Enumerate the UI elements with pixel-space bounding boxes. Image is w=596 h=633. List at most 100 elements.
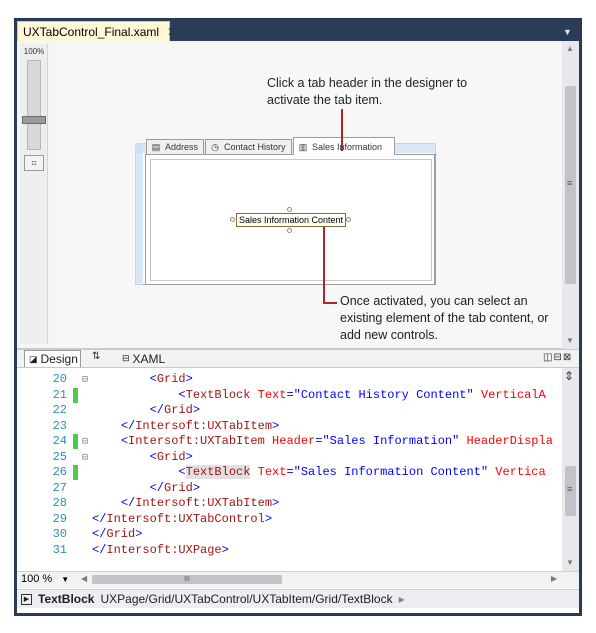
code-token: Grid	[156, 372, 186, 386]
grid-ruler-left[interactable]	[135, 143, 143, 285]
editor-zoom-dropdown[interactable]: 100 % ▼	[21, 573, 69, 585]
code-token: </	[92, 511, 107, 526]
resize-handle-right[interactable]	[346, 217, 351, 222]
code-token: Grid	[106, 527, 136, 541]
change-marker	[73, 481, 78, 496]
code-token: >	[272, 496, 280, 510]
editor-scroll-grip-icon: ≡	[567, 484, 573, 494]
tab-dropdown-icon[interactable]: ▼	[563, 27, 572, 37]
scroll-right-icon[interactable]: ▶	[551, 574, 557, 583]
code-token: TextBlock	[185, 387, 251, 402]
code-token: >	[192, 480, 201, 495]
change-marker	[73, 419, 78, 434]
code-line[interactable]: 27 </Grid>	[35, 481, 200, 497]
resize-handle-left[interactable]	[230, 217, 235, 222]
change-marker	[73, 465, 78, 480]
xaml-view-icon: ⊟	[122, 353, 130, 363]
uxtab-address[interactable]: ▤ Address	[146, 139, 204, 155]
uxtab-contact-history[interactable]: ◷ Contact History	[205, 139, 292, 155]
zoom-percentage-label: 100%	[23, 47, 45, 56]
code-token: Contact History Content	[300, 387, 467, 402]
resize-handle-bottom[interactable]	[287, 228, 292, 233]
line-number: 29	[52, 511, 67, 526]
editor-split-icon[interactable]: ⇕	[564, 369, 574, 383]
code-token: <	[178, 387, 186, 402]
editor-scroll-down-icon[interactable]: ▼	[566, 558, 574, 567]
code-token: ="	[286, 387, 301, 402]
callout-activate-tab: Click a tab header in the designer to ac…	[267, 76, 468, 107]
line-number: 20	[52, 372, 67, 386]
callout-line-top	[341, 109, 343, 151]
document-outline-icon[interactable]: ▶	[21, 593, 32, 605]
line-number: 30	[52, 527, 67, 541]
tab-xaml[interactable]: ⊟ XAML	[116, 350, 168, 367]
status-element-name: TextBlock	[38, 592, 95, 606]
pane-layout-icons[interactable]: ◫⊟⊠	[543, 352, 572, 363]
chevron-down-icon: ▼	[61, 575, 70, 584]
view-switcher-bar	[17, 349, 579, 368]
uxtab-sales-information[interactable]: ▥ Sales Information	[293, 137, 395, 155]
code-line[interactable]: 28 </Intersoft:UXTabItem>	[35, 496, 280, 512]
code-token: TextBlock	[185, 465, 251, 479]
code-token: </	[149, 480, 165, 495]
line-number: 22	[52, 403, 67, 417]
code-token: >	[264, 511, 273, 526]
code-token: <	[120, 434, 129, 448]
code-token: >	[185, 372, 193, 386]
code-line[interactable]: 23 </Intersoft:UXTabItem>	[35, 419, 280, 435]
code-token: Header	[264, 434, 316, 448]
code-token: </	[92, 527, 107, 541]
sales-icon: ▥	[298, 141, 308, 152]
code-token: Grid	[156, 449, 186, 464]
breadcrumb-arrow-icon[interactable]: ▶	[399, 595, 405, 604]
fold-toggle-icon[interactable]: ⊟	[78, 373, 92, 389]
status-element-path[interactable]: UXPage/Grid/UXTabControl/UXTabItem/Grid/…	[100, 592, 392, 606]
resize-handle-top[interactable]	[287, 207, 292, 212]
tab-xaml-label: XAML	[132, 351, 166, 366]
change-marker	[73, 387, 78, 403]
document-tab[interactable]: UXTabControl_Final.xaml ✕	[17, 21, 177, 41]
code-token: ="	[286, 465, 301, 479]
fit-to-screen-icon[interactable]: ⌗	[24, 155, 44, 171]
zoom-slider-track[interactable]	[27, 60, 41, 150]
code-line[interactable]: 24 ⊟ <Intersoft:UXTabItem Header="Sales I…	[35, 434, 553, 450]
code-line[interactable]: 22 </Grid>	[35, 403, 200, 419]
scroll-up-icon[interactable]: ▲	[566, 44, 574, 53]
code-token: <	[149, 449, 157, 464]
tab-design[interactable]: ◪ Design	[24, 350, 81, 367]
code-token: Grid	[164, 480, 193, 495]
scroll-grip-icon: ≡	[567, 178, 573, 188]
fold-toggle-icon[interactable]: ⊟	[78, 451, 92, 467]
code-line[interactable]: 30 </Grid>	[35, 527, 143, 543]
scroll-down-icon[interactable]: ▼	[566, 336, 574, 345]
code-token: Intersoft:UXPage	[106, 542, 222, 557]
close-icon[interactable]: ✕	[167, 25, 177, 39]
code-token: Vertica	[488, 465, 546, 479]
code-line[interactable]: 29 </Intersoft:UXTabControl>	[35, 512, 272, 528]
callout-select-element: Once activated, you can select an existi…	[340, 294, 549, 342]
horizontal-scroll-thumb[interactable]: III	[92, 575, 282, 584]
uxtab-contact-history-label: Contact History	[224, 142, 286, 152]
code-line[interactable]: 20 ⊟ <Grid>	[35, 372, 193, 388]
code-token: HeaderDispla	[459, 434, 553, 448]
change-marker	[73, 496, 78, 511]
swap-panes-icon[interactable]: ⇅	[92, 351, 100, 362]
code-line[interactable]: 21 <TextBlock Text="Contact History Cont…	[35, 387, 546, 404]
line-number: 28	[52, 496, 67, 510]
code-line[interactable]: 26 <TextBlock Text="Sales Information Co…	[35, 465, 546, 481]
selected-textblock[interactable]: Sales Information Content	[236, 213, 346, 227]
status-bar: ▶ TextBlock UXPage/Grid/UXTabControl/UXT…	[17, 589, 579, 608]
code-line[interactable]: 25 ⊟ <Grid>	[35, 450, 193, 466]
design-view-icon: ◪	[29, 353, 38, 364]
line-number: 27	[52, 480, 67, 495]
code-line[interactable]: 31 </Intersoft:UXPage>	[35, 543, 229, 559]
zoom-slider-thumb[interactable]	[22, 116, 46, 124]
scroll-left-icon[interactable]: ◀	[81, 574, 87, 583]
fold-toggle-icon[interactable]: ⊟	[78, 435, 92, 451]
